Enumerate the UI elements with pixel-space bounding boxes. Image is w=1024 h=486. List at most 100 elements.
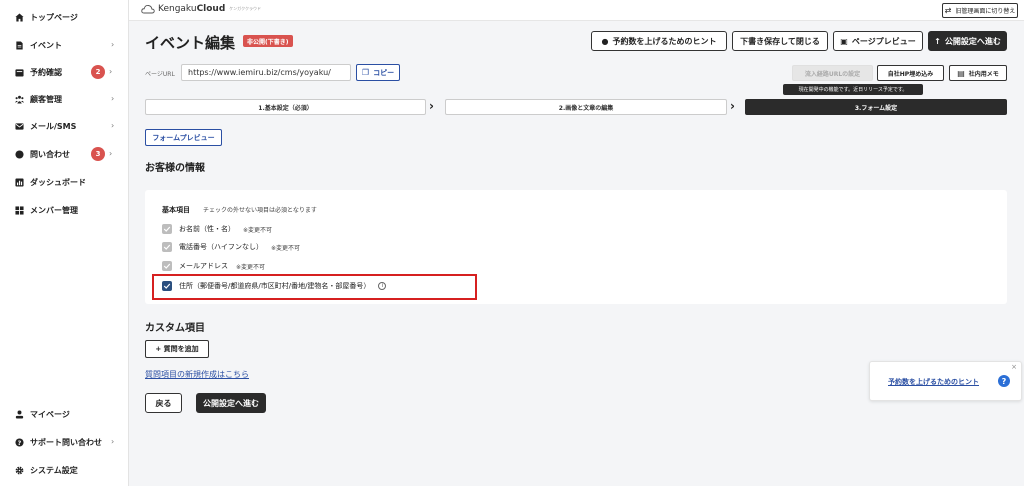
chevron-right-icon: ›	[730, 99, 735, 113]
upload-icon: ↑	[934, 36, 941, 46]
save-draft-close-label: 下書き保存して閉じる	[740, 36, 820, 46]
step-label: 2.画像と文章の編集	[558, 104, 614, 112]
sidebar-item-support[interactable]: ? サポート問い合わせ ›	[0, 432, 129, 452]
sidebar-item-label: ダッシュボード	[30, 177, 86, 187]
add-question-button[interactable]: + 質問を追加	[145, 340, 209, 358]
sidebar-item-system-settings[interactable]: システム設定	[0, 460, 129, 480]
field-note: ※変更不可	[236, 263, 266, 271]
sidebar-item-label: サポート問い合わせ	[30, 437, 102, 447]
svg-text:?: ?	[18, 439, 22, 446]
field-note: ※変更不可	[243, 226, 273, 234]
sidebar-item-label: メール/SMS	[30, 121, 77, 131]
inbox-icon	[15, 68, 24, 77]
step-label: 1.基本設定（必須）	[258, 104, 313, 112]
logo-subtitle: ケンガククラウド	[229, 6, 262, 11]
embed-site-button[interactable]: 自社HP埋め込み	[877, 65, 944, 81]
chevron-right-icon: ›	[109, 149, 113, 158]
chevron-right-icon: ›	[429, 99, 434, 113]
next-publish-button[interactable]: 公開設定へ進む	[196, 393, 266, 413]
checkbox-name[interactable]	[162, 224, 172, 234]
chart-icon	[15, 177, 24, 187]
lightbulb-icon: ●	[601, 36, 609, 46]
inflow-url-label: 流入経路URLの設定	[804, 70, 861, 78]
save-draft-close-button[interactable]: 下書き保存して閉じる	[732, 31, 828, 51]
copy-url-label: コピー	[373, 68, 395, 77]
sidebar-item-label: マイページ	[30, 409, 70, 419]
publish-settings-button[interactable]: ↑ 公開設定へ進む	[928, 31, 1007, 51]
field-row-email: メールアドレス ※変更不可	[162, 260, 265, 272]
internal-memo-label: 社内用メモ	[968, 70, 999, 78]
question-icon[interactable]: ?	[998, 375, 1010, 387]
hint-card-link[interactable]: 予約数を上げるためのヒント	[888, 377, 979, 387]
hint-button[interactable]: ● 予約数を上げるためのヒント	[591, 31, 727, 51]
sidebar-item-inquiries[interactable]: 問い合わせ 3 ›	[0, 144, 129, 164]
sidebar-item-label: トップページ	[30, 12, 78, 22]
switch-old-admin-label: 旧管理画面に切り替え	[955, 8, 1016, 15]
customer-info-title: お客様の情報	[145, 163, 205, 174]
custom-fields-title: カスタム項目	[145, 323, 205, 334]
copy-url-button[interactable]: ❐ コピー	[356, 64, 400, 81]
basic-fields-label: 基本項目	[162, 206, 190, 214]
chevron-right-icon: ›	[111, 437, 115, 446]
top-bar: KengakuCloud ケンガククラウド ⇄ 旧管理画面に切り替え	[129, 0, 1024, 21]
notification-badge: 3	[91, 147, 105, 161]
inflow-url-button[interactable]: 流入経路URLの設定	[792, 65, 873, 81]
highlight-box	[152, 274, 477, 300]
field-row-phone: 電話番号（ハイフンなし） ※変更不可	[162, 241, 300, 253]
sidebar: トップページ イベント › 予約確認 2 › 顧客管理 › メール/SMS › …	[0, 0, 129, 486]
home-icon	[15, 12, 24, 22]
form-preview-button[interactable]: フォームプレビュー	[145, 129, 222, 146]
page-preview-button[interactable]: ▣ ページプレビュー	[833, 31, 923, 51]
field-row-name: お名前（性・名） ※変更不可	[162, 223, 272, 235]
switch-old-admin-button[interactable]: ⇄ 旧管理画面に切り替え	[942, 3, 1018, 18]
checkbox-phone[interactable]	[162, 242, 172, 252]
chevron-right-icon: ›	[111, 94, 115, 103]
internal-memo-button[interactable]: ▤ 社内用メモ	[949, 65, 1007, 81]
sidebar-item-reservations[interactable]: 予約確認 2 ›	[0, 62, 129, 82]
document-icon	[15, 40, 24, 50]
sidebar-item-top[interactable]: トップページ	[0, 7, 129, 27]
notification-badge: 2	[91, 65, 105, 79]
sidebar-item-label: 予約確認	[30, 67, 62, 77]
sidebar-item-label: システム設定	[30, 465, 78, 475]
page-url-label: ページURL	[145, 71, 175, 78]
grid-icon	[15, 205, 24, 215]
sidebar-item-mail[interactable]: メール/SMS ›	[0, 116, 129, 136]
field-label: お名前（性・名）	[179, 225, 235, 233]
check-icon	[163, 244, 171, 250]
cloud-icon	[141, 4, 155, 14]
back-label: 戻る	[155, 398, 172, 408]
tooltip: 現在開発中の機能です。近日リリース予定です。	[783, 84, 923, 95]
form-preview-label: フォームプレビュー	[152, 133, 215, 142]
sidebar-item-mypage[interactable]: マイページ	[0, 404, 129, 424]
step-image-text[interactable]: 2.画像と文章の編集	[445, 99, 727, 115]
field-label: メールアドレス	[179, 262, 228, 270]
close-icon[interactable]: ×	[1011, 363, 1017, 371]
hint-card: × 予約数を上げるためのヒント ?	[869, 361, 1022, 401]
sidebar-item-label: 顧客管理	[30, 94, 62, 104]
back-button[interactable]: 戻る	[145, 393, 182, 413]
sidebar-item-label: 問い合わせ	[30, 149, 70, 159]
sidebar-item-customers[interactable]: 顧客管理 ›	[0, 89, 129, 109]
publish-settings-label: 公開設定へ進む	[944, 36, 1001, 46]
people-icon	[15, 95, 24, 104]
page-url-field[interactable]: https://www.iemiru.biz/cms/yoyaku/	[181, 64, 351, 81]
basic-fields-note: チェックの外せない項目は必須となります	[203, 207, 317, 214]
step-basic-settings[interactable]: 1.基本設定（必須）	[145, 99, 426, 115]
logo-bold: Cloud	[196, 4, 226, 14]
check-icon	[163, 263, 171, 269]
add-question-label: + 質問を追加	[155, 345, 199, 353]
sidebar-item-event[interactable]: イベント ›	[0, 35, 129, 55]
copy-icon: ❐	[361, 68, 370, 77]
next-publish-label: 公開設定へ進む	[203, 398, 259, 408]
user-icon	[15, 410, 24, 419]
checkbox-email[interactable]	[162, 261, 172, 271]
sidebar-item-dashboard[interactable]: ダッシュボード	[0, 172, 129, 192]
step-form-settings[interactable]: 3.フォーム設定	[745, 99, 1007, 115]
mail-icon	[15, 122, 24, 131]
app-logo[interactable]: KengakuCloud ケンガククラウド	[141, 4, 261, 14]
hint-button-label: 予約数を上げるためのヒント	[612, 36, 717, 46]
new-question-link[interactable]: 質問項目の新規作成はこちら	[145, 369, 249, 380]
sidebar-item-members[interactable]: メンバー管理	[0, 200, 129, 220]
field-note: ※変更不可	[271, 244, 301, 252]
